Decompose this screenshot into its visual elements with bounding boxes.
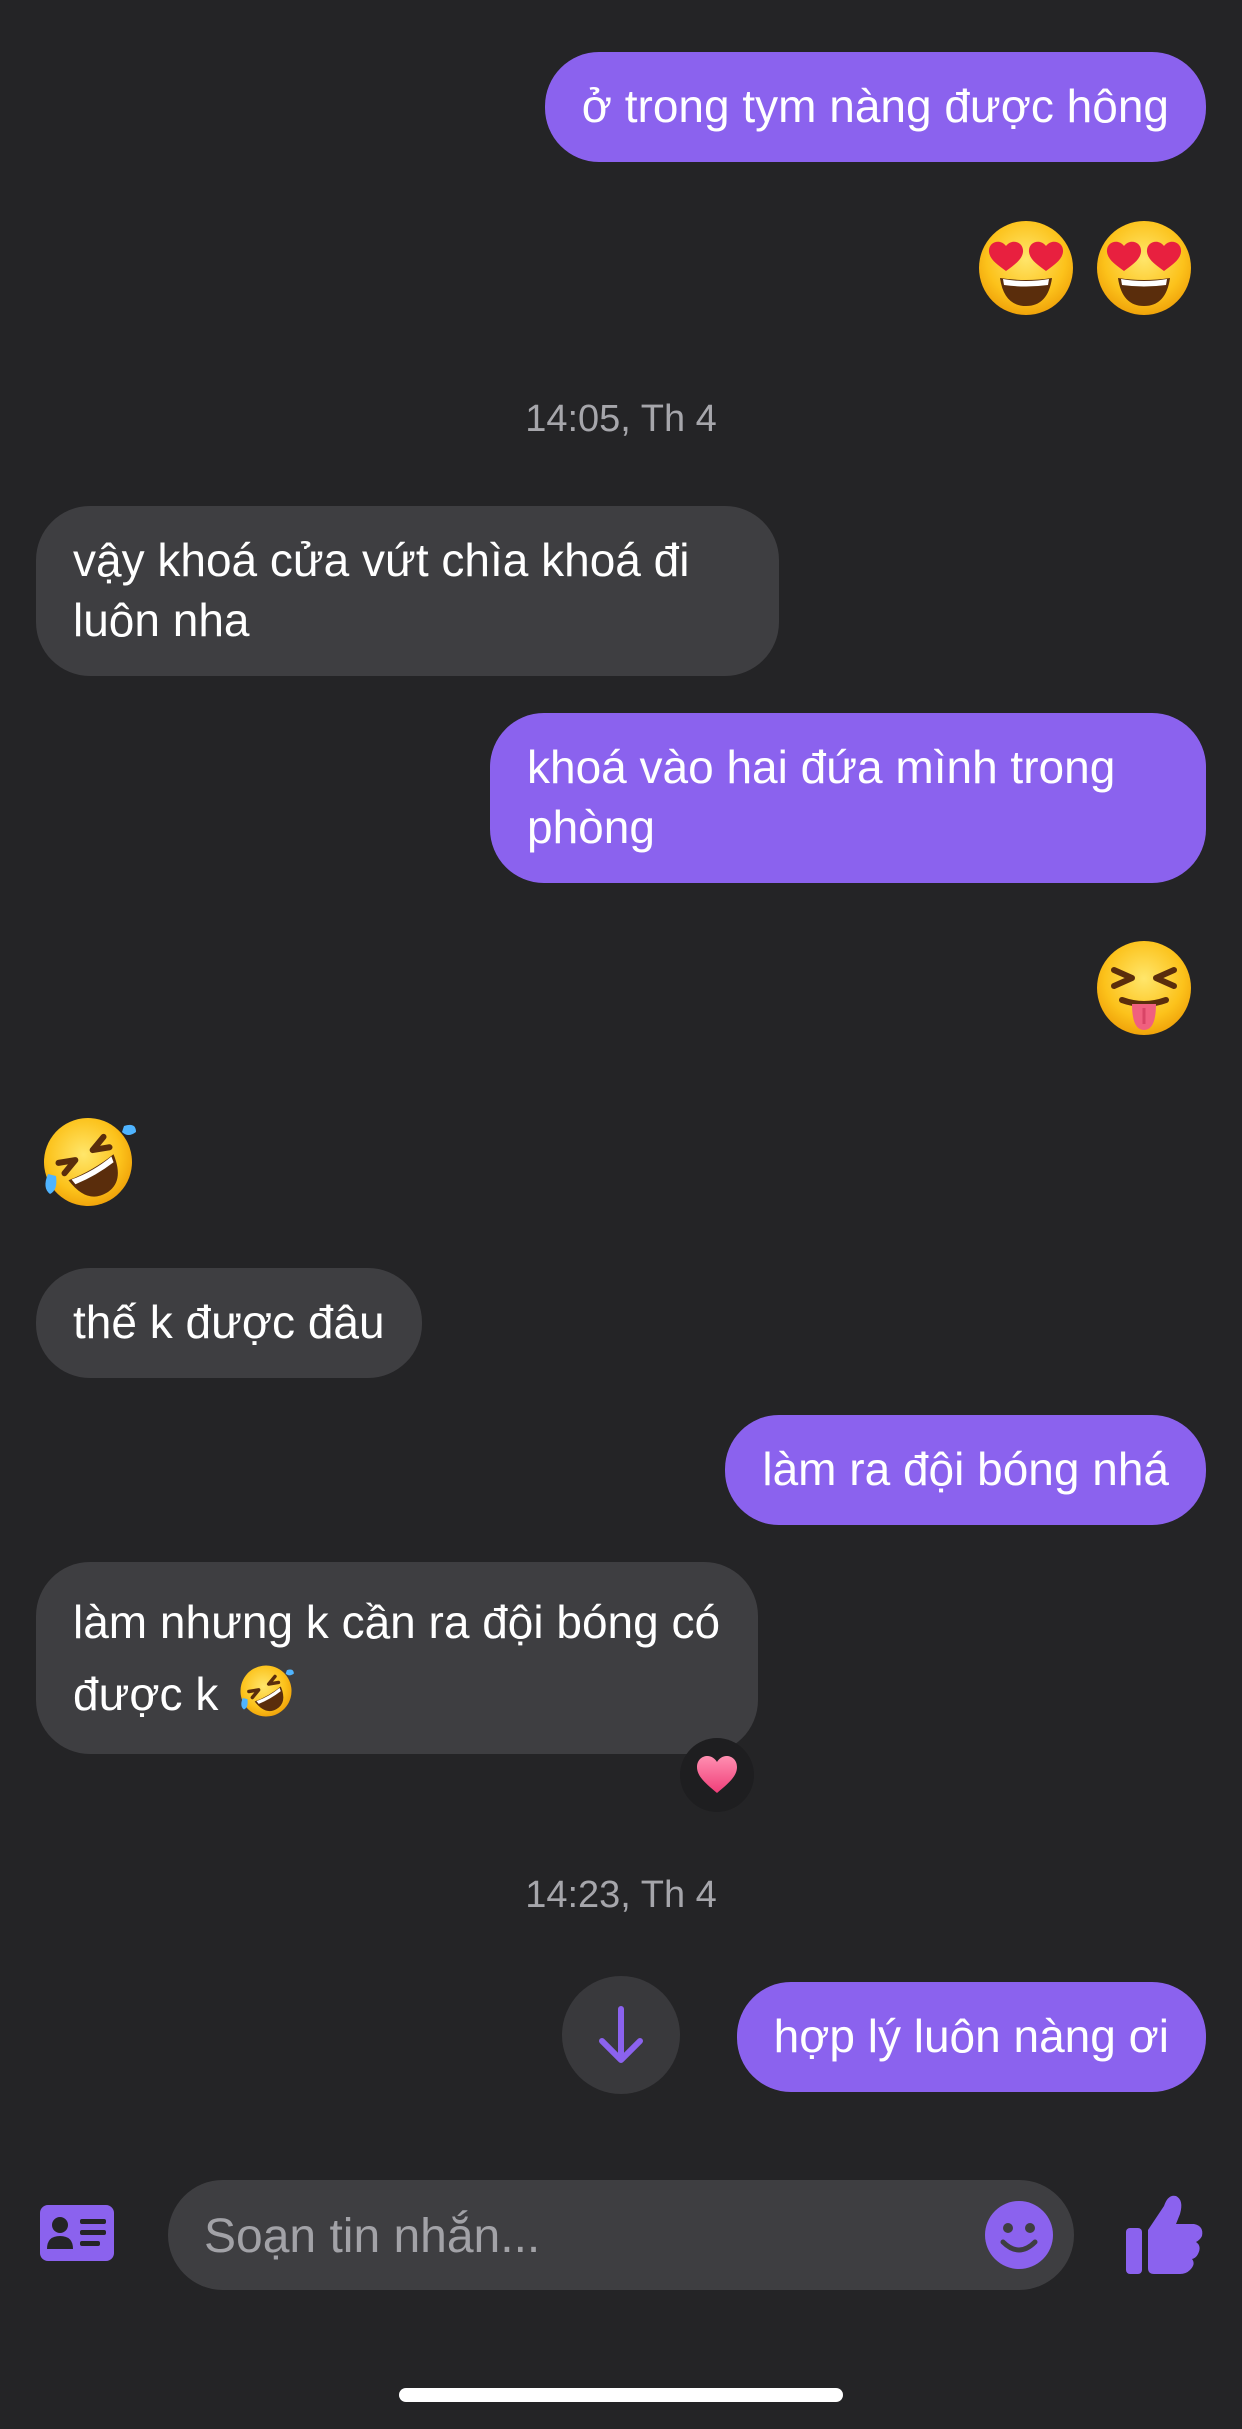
home-indicator: [399, 2388, 843, 2402]
heart-reaction-badge[interactable]: [680, 1738, 754, 1812]
message-input[interactable]: [202, 2180, 966, 2292]
heart-eyes-emoji-icon[interactable]: [1094, 218, 1194, 318]
message-composer[interactable]: [168, 2180, 1074, 2292]
timestamp: 14:05, Th 4: [525, 398, 717, 440]
arrow-down-icon: [599, 2006, 643, 2063]
contact-card-icon[interactable]: [40, 2205, 114, 2261]
rofl-emoji-icon[interactable]: [38, 1112, 138, 1212]
timestamp: 14:23, Th 4: [525, 1874, 717, 1916]
message-outgoing[interactable]: làm ra đội bóng nhá: [725, 1415, 1206, 1525]
message-outgoing[interactable]: ở trong tym nàng được hông: [544, 52, 1206, 162]
message-text: làm ra đội bóng nhá: [762, 1443, 1169, 1495]
message-text: vậy khoá cửa vứt chìa khoá đi luôn nha: [73, 534, 690, 646]
message-incoming[interactable]: thế k được đâu: [36, 1268, 422, 1378]
tongue-emoji-icon[interactable]: [1094, 938, 1194, 1038]
heart-icon: [697, 1756, 737, 1793]
message-outgoing[interactable]: hợp lý luôn nàng ơi: [736, 1982, 1206, 2092]
rofl-emoji-icon: [237, 1662, 295, 1720]
message-incoming[interactable]: làm nhưng k cần ra đội bóng có được k: [36, 1562, 758, 1754]
heart-eyes-emoji-icon[interactable]: [976, 218, 1076, 318]
smiley-icon[interactable]: [984, 2200, 1054, 2270]
scroll-to-bottom-button[interactable]: [562, 1976, 680, 2094]
thumbs-up-icon[interactable]: [1124, 2192, 1204, 2276]
message-text: khoá vào hai đứa mình trong phòng: [527, 741, 1116, 853]
message-outgoing[interactable]: khoá vào hai đứa mình trong phòng: [490, 713, 1206, 883]
message-incoming[interactable]: vậy khoá cửa vứt chìa khoá đi luôn nha: [36, 506, 779, 676]
message-text: ở trong tym nàng được hông: [581, 80, 1169, 132]
message-text: làm nhưng k cần ra đội bóng có được k: [73, 1596, 721, 1720]
chat-screen: ở trong tym nàng được hông 14:05, Th 4 v…: [0, 0, 1242, 2429]
message-text: hợp lý luôn nàng ơi: [773, 2010, 1169, 2062]
message-text: thế k được đâu: [73, 1296, 385, 1348]
